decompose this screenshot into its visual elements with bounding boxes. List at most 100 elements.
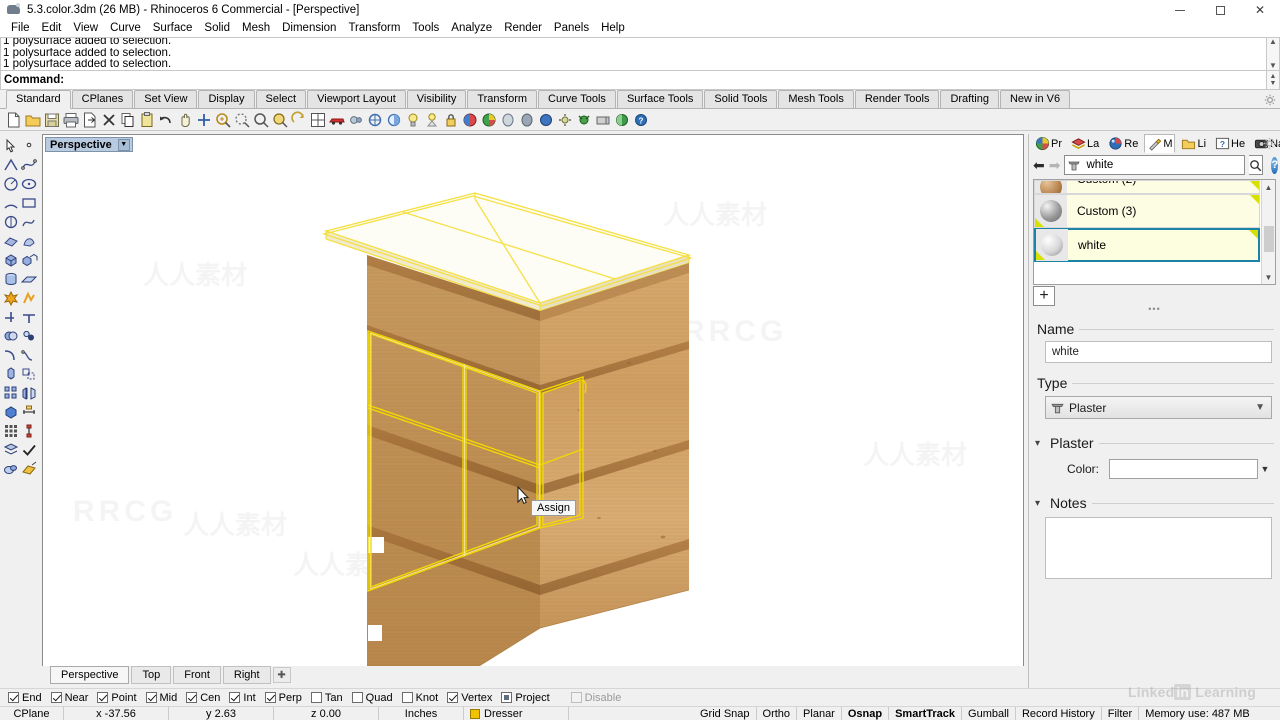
trim-icon[interactable]	[2, 308, 20, 326]
delete-x-icon[interactable]	[100, 111, 118, 129]
chevron-down-icon[interactable]: ▾	[1035, 498, 1045, 509]
control-point-curve-icon[interactable]	[20, 156, 38, 174]
status-gumball[interactable]: Gumball	[962, 706, 1016, 720]
ground-plane-icon[interactable]	[518, 111, 536, 129]
search-button[interactable]	[1249, 155, 1264, 175]
status-cplane[interactable]: CPlane	[0, 706, 64, 720]
materials-list-scrollbar[interactable]: ▲ ▼	[1261, 180, 1275, 284]
checkbox-icon[interactable]	[145, 692, 157, 703]
checkbox-icon[interactable]	[570, 692, 582, 703]
circle-icon[interactable]	[2, 175, 20, 193]
car-render-icon[interactable]	[328, 111, 346, 129]
osnap-mid[interactable]: Mid	[145, 692, 177, 704]
fillet-curve-icon[interactable]	[2, 346, 20, 364]
viewport-label[interactable]: Perspective ▼	[45, 137, 133, 152]
menu-item-view[interactable]: View	[67, 20, 104, 37]
toolbar-tab-mesh-tools[interactable]: Mesh Tools	[778, 90, 854, 108]
surface-from-points-icon[interactable]	[2, 232, 20, 250]
scroll-up-icon[interactable]: ▲	[1269, 38, 1277, 46]
surface-sweep-icon[interactable]	[20, 232, 38, 250]
checkbox-icon[interactable]	[229, 692, 241, 703]
osnap-perp[interactable]: Perp	[264, 692, 302, 704]
checkbox-icon[interactable]	[447, 692, 459, 703]
scroll-down-icon[interactable]: ▼	[1270, 80, 1277, 87]
cylinder-icon[interactable]	[2, 270, 20, 288]
render-preview-icon[interactable]	[366, 111, 384, 129]
select-arrow-icon[interactable]	[2, 137, 20, 155]
search-input-wrapper[interactable]	[1064, 155, 1246, 175]
print-icon[interactable]	[62, 111, 80, 129]
toolbar-tab-visibility[interactable]: Visibility	[406, 90, 467, 108]
light-bulb-icon[interactable]	[404, 111, 422, 129]
boolean-union-icon[interactable]	[2, 327, 20, 345]
panel-tab-libraries[interactable]: Li	[1178, 134, 1209, 153]
zoom-extents-icon[interactable]	[195, 111, 213, 129]
status-planar[interactable]: Planar	[797, 706, 842, 720]
material-name-input[interactable]	[1045, 341, 1272, 363]
list-item[interactable]: Custom (2)	[1034, 180, 1260, 194]
viewport-tab-top[interactable]: Top	[131, 666, 172, 684]
polyline-icon[interactable]	[2, 156, 20, 174]
add-material-button[interactable]: +	[1033, 286, 1055, 306]
polygon-icon[interactable]	[2, 213, 20, 231]
render-icon[interactable]	[385, 111, 403, 129]
chevron-down-icon[interactable]: ▼	[1255, 402, 1265, 413]
mirror-icon[interactable]	[20, 384, 38, 402]
checkbox-icon[interactable]	[97, 692, 109, 703]
toolbar-tab-set-view[interactable]: Set View	[134, 90, 198, 108]
viewport-tab-right[interactable]: Right	[222, 666, 271, 684]
gear-icon[interactable]	[1264, 94, 1276, 106]
layers-icon[interactable]	[2, 441, 20, 459]
status-layer[interactable]: Dresser	[464, 706, 569, 720]
menu-item-curve[interactable]: Curve	[104, 20, 147, 37]
scrollbar-thumb[interactable]	[1264, 226, 1274, 252]
plane-surface-icon[interactable]	[20, 270, 38, 288]
status-ortho[interactable]: Ortho	[757, 706, 798, 720]
menu-item-mesh[interactable]: Mesh	[236, 20, 276, 37]
box-icon[interactable]	[2, 251, 20, 269]
open-folder-icon[interactable]	[24, 111, 42, 129]
close-button[interactable]: ✕	[1240, 0, 1280, 20]
notes-textarea[interactable]	[1045, 517, 1272, 579]
solid-tools-icon[interactable]	[2, 403, 20, 421]
boolean-difference-icon[interactable]	[20, 327, 38, 345]
checkbox-icon[interactable]	[186, 692, 198, 703]
toolbar-tab-render-tools[interactable]: Render Tools	[854, 90, 940, 108]
osnap-project[interactable]: Project	[501, 692, 550, 704]
checkbox-icon[interactable]	[50, 692, 62, 703]
osnap-int[interactable]: Int	[229, 692, 256, 704]
help-question-icon[interactable]: ?	[1271, 156, 1279, 174]
toolbar-tab-select[interactable]: Select	[255, 90, 307, 108]
lock-icon[interactable]	[442, 111, 460, 129]
split-icon[interactable]	[20, 308, 38, 326]
freeform-curve-icon[interactable]	[20, 213, 38, 231]
undo-icon[interactable]	[157, 111, 175, 129]
checkbox-icon[interactable]	[264, 692, 276, 703]
notes-section-header[interactable]: ▾ Notes	[1035, 495, 1274, 511]
command-history-scrollbar[interactable]: ▲ ▼	[1266, 37, 1280, 71]
chevron-down-icon[interactable]: ▼	[117, 138, 130, 151]
menu-item-help[interactable]: Help	[595, 20, 631, 37]
minimize-button[interactable]	[1160, 0, 1200, 20]
paste-icon[interactable]	[138, 111, 156, 129]
box-edit-icon[interactable]	[20, 251, 38, 269]
search-input[interactable]	[1084, 157, 1243, 173]
export-icon[interactable]	[81, 111, 99, 129]
panel-tab-help[interactable]: ? He	[1212, 134, 1248, 153]
new-file-icon[interactable]	[5, 111, 23, 129]
explode-icon[interactable]	[2, 289, 20, 307]
rotate-view-icon[interactable]	[290, 110, 308, 129]
status-smarttrack[interactable]: SmartTrack	[889, 706, 963, 720]
color-swatch[interactable]	[1109, 459, 1258, 479]
material-type-dropdown[interactable]: Plaster ▼	[1045, 396, 1272, 419]
panel-tab-layers[interactable]: La	[1068, 134, 1102, 153]
join-icon[interactable]	[20, 289, 38, 307]
panel-options-gear-icon[interactable]	[1263, 137, 1276, 150]
toolbar-tab-surface-tools[interactable]: Surface Tools	[616, 90, 704, 108]
zoom-window-icon[interactable]	[214, 111, 232, 129]
status-units[interactable]: Inches	[379, 706, 464, 720]
dimension-icon[interactable]	[20, 403, 38, 421]
dresser-model[interactable]	[43, 135, 1024, 667]
checkbox-icon[interactable]	[8, 692, 19, 703]
array-icon[interactable]	[2, 384, 20, 402]
